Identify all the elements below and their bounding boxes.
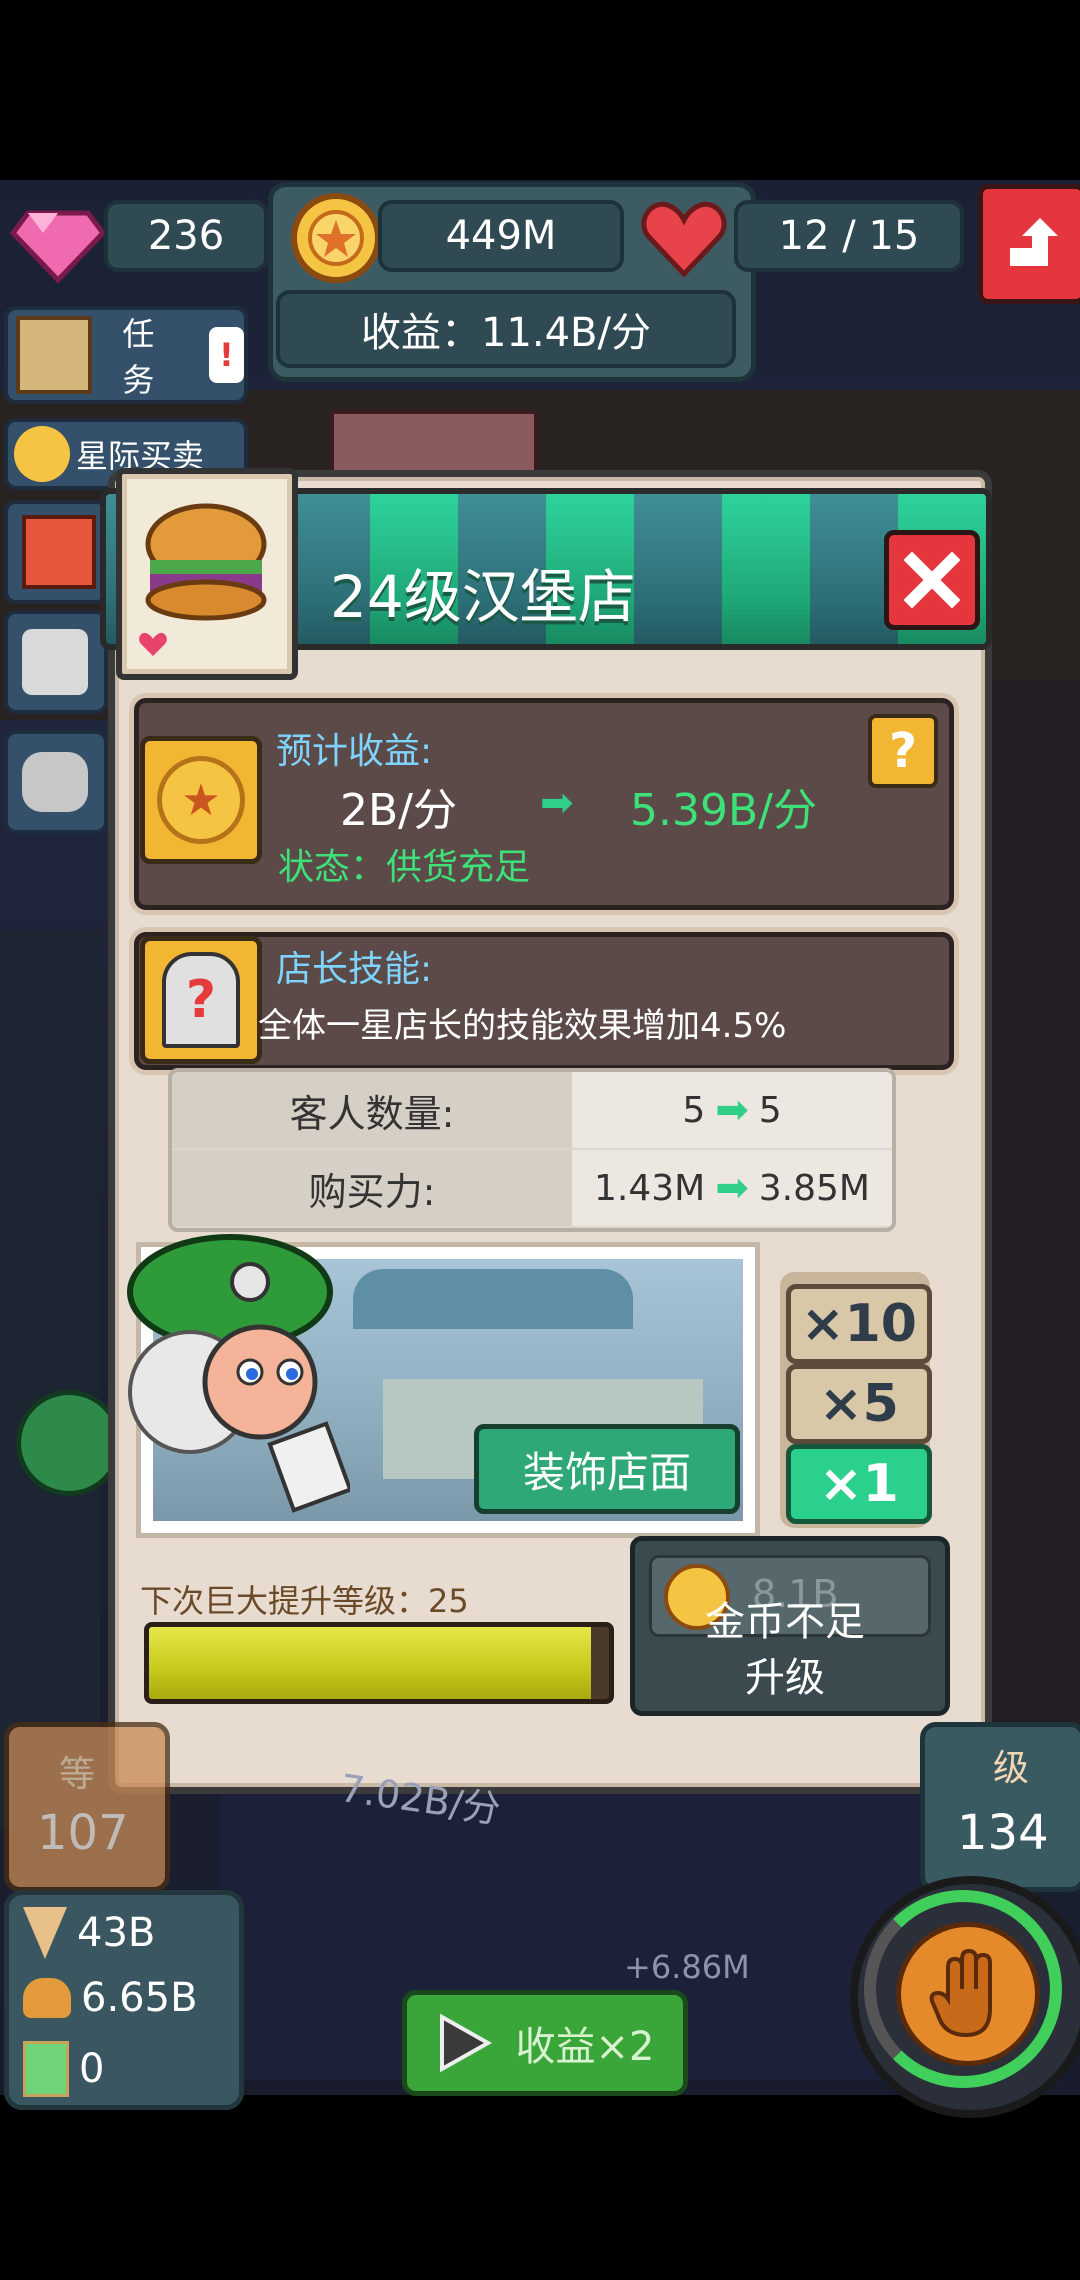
customer-count-current: 5 <box>682 1089 706 1131</box>
table-row: 购买力: 1.43M ➡ 3.85M <box>172 1150 892 1226</box>
task-button[interactable]: 任务 ! <box>4 306 248 404</box>
clipboard-icon <box>16 316 93 394</box>
left-level-value: 107 <box>37 1805 129 1861</box>
resource-row: 43B <box>23 1907 155 1959</box>
trophy-icon <box>22 629 88 695</box>
play-icon <box>439 2013 492 2073</box>
skill-icon-box: ? <box>140 936 262 1064</box>
left-level-panel: 等 107 <box>4 1722 170 1892</box>
resource-panel: 43B 6.65B 0 <box>4 1890 244 2110</box>
close-button[interactable] <box>884 530 980 630</box>
vip-icon[interactable] <box>16 1390 122 1496</box>
upload-arrow-icon <box>1010 218 1058 266</box>
right-level-panel: 级 134 <box>920 1722 1080 1892</box>
gem-icon <box>8 188 108 288</box>
stats-table: 客人数量: 5 ➡ 5 购买力: 1.43M ➡ 3.85M <box>168 1068 896 1232</box>
customer-count-label: 客人数量: <box>172 1072 572 1148</box>
purchase-power-label: 购买力: <box>172 1150 572 1226</box>
gift-button[interactable] <box>4 500 108 604</box>
coin-icon: ★ <box>157 756 245 844</box>
income-rate: 收益：11.4B/分 <box>276 290 736 368</box>
manager-character <box>110 1232 353 1522</box>
arrow-right-icon: ➡ <box>715 1165 749 1211</box>
insufficient-coins-text: 金币不足 <box>705 1599 865 1645</box>
arrow-right-icon: ➡ <box>715 1087 749 1133</box>
pet-button[interactable] <box>4 730 108 834</box>
purchase-power-next: 3.85M <box>758 1167 870 1209</box>
trade-coin-icon <box>14 426 70 482</box>
income-next: 5.39B/分 <box>630 785 817 836</box>
burger-amount: 6.65B <box>81 1975 198 2021</box>
left-level-label: 等 <box>59 1754 96 1795</box>
upgrade-progress-bar <box>144 1622 614 1704</box>
income-label: 预计收益: <box>276 731 433 772</box>
boost-label: 收益×2 <box>515 2024 655 2070</box>
coin-icon <box>288 190 384 286</box>
hand-icon <box>896 1922 1040 2066</box>
purchase-power-current: 1.43M <box>594 1167 706 1209</box>
heart-icon <box>638 192 730 284</box>
burger-icon <box>23 1978 71 2018</box>
coin-count: 449M <box>378 200 624 272</box>
task-label: 任务 <box>122 315 155 399</box>
help-button[interactable]: ? <box>868 714 938 788</box>
multiplier-x10-button[interactable]: ×10 <box>786 1284 932 1364</box>
income-boost-button[interactable]: 收益×2 <box>402 1990 688 2096</box>
trophy-button[interactable] <box>4 610 108 714</box>
drink-amount: 0 <box>79 2046 105 2092</box>
dialog-title: 24级汉堡店 <box>330 563 636 631</box>
multiplier-x5-button[interactable]: ×5 <box>786 1364 932 1444</box>
skill-description: 全体一星店长的技能效果增加4.5% <box>258 1006 787 1046</box>
unknown-manager-icon: ? <box>162 952 240 1048</box>
right-level-label: 级 <box>993 1748 1030 1789</box>
close-icon <box>903 551 961 609</box>
resource-row: 6.65B <box>23 1975 198 2021</box>
progress-fill <box>149 1627 591 1699</box>
multiplier-x1-button[interactable]: ×1 <box>786 1444 932 1524</box>
gem-count: 236 <box>104 200 268 272</box>
upgrade-button[interactable]: 8.1B 金币不足 升级 <box>630 1536 950 1716</box>
right-level-value: 134 <box>957 1805 1049 1861</box>
burger-icon <box>145 503 267 621</box>
resource-row: 0 <box>23 2041 104 2097</box>
alert-icon: ! <box>208 327 244 383</box>
table-row: 客人数量: 5 ➡ 5 <box>172 1072 892 1148</box>
shop-avatar-card <box>116 468 298 680</box>
income-coin-box: ★ <box>140 736 262 864</box>
income-current: 2B/分 <box>340 785 458 836</box>
floating-gain: +6.86M <box>624 1948 750 1986</box>
customer-count-next: 5 <box>758 1089 782 1131</box>
ice-cream-amount: 43B <box>77 1910 156 1956</box>
favorite-heart-icon <box>139 632 167 656</box>
pet-icon <box>22 752 88 812</box>
arrow-right-icon: ➡ <box>540 780 574 826</box>
next-big-upgrade: 下次巨大提升等级：25 <box>140 1582 469 1620</box>
drink-icon <box>23 2041 69 2097</box>
skill-label: 店长技能: <box>276 949 433 990</box>
gift-icon <box>22 515 96 589</box>
heart-count: 12 / 15 <box>734 200 964 272</box>
upgrade-label: 升级 <box>745 1655 825 1701</box>
supply-status: 状态：供货充足 <box>278 847 531 888</box>
share-button[interactable] <box>978 184 1080 304</box>
tap-button[interactable] <box>850 1876 1080 2118</box>
decorate-shop-button[interactable]: 装饰店面 <box>474 1424 740 1514</box>
ice-cream-icon <box>23 1907 67 1959</box>
